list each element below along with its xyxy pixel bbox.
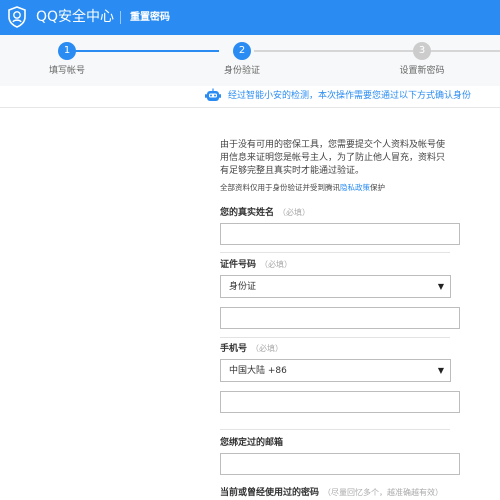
verification-notice: 经过智能小安的检测，本次操作需要您通过以下方式确认身份 [0,86,500,108]
header-bar: QQ安全中心 重置密码 [0,0,500,35]
step-2-label: 身份验证 [223,66,261,76]
password-label: 当前或曾经使用过的密码 （尽量回忆多个，越准确越有效） [220,487,443,499]
id-label: 证件号码 （必填） [220,259,292,271]
dropdown-arrow-icon: ▼ [437,366,444,375]
qq-shield-logo-icon [8,6,26,28]
email-label: 您绑定过的邮箱 [220,438,284,448]
intro-text: 由于没有可用的密保工具，您需要提交个人资料及帐号使用信息来证明您是帐号主人，为了… [220,140,446,176]
steps-line-completed [75,50,219,52]
name-required-hint: （必填） [278,208,311,217]
password-label-text: 当前或曾经使用过的密码 [220,488,320,498]
progress-steps: 1 填写帐号 2 身份验证 3 设置新密码 [0,35,500,86]
notice-text: 经过智能小安的检测，本次操作需要您通过以下方式确认身份 [228,91,472,101]
privacy-policy-link[interactable]: 隐私政策 [340,183,370,192]
phone-label-text: 手机号 [220,344,248,354]
section-divider [220,252,450,253]
page-subtitle: 重置密码 [130,12,170,23]
privacy-prefix: 全部资料仅用于身份验证并受到腾讯 [220,183,340,192]
privacy-suffix: 保护 [370,183,385,192]
step-2-circle: 2 [233,42,251,60]
password-hint: （尽量回忆多个，越准确越有效） [323,488,444,497]
phone-region-value: 中国大陆 +86 [229,366,287,376]
email-input[interactable] [220,453,460,475]
id-label-text: 证件号码 [220,260,257,270]
id-required-hint: （必填） [260,260,293,269]
phone-label: 手机号 （必填） [220,343,283,355]
id-number-input[interactable] [220,307,460,329]
robot-icon [205,88,221,101]
phone-required-hint: （必填） [251,344,284,353]
section-divider [220,337,450,338]
name-label-text: 您的真实姓名 [220,208,275,218]
dropdown-arrow-icon: ▼ [437,282,444,291]
step-3-label: 设置新密码 [399,66,445,76]
section-divider [220,429,450,430]
step-3-circle: 3 [413,42,431,60]
app-title[interactable]: QQ安全中心 [36,9,114,25]
header-divider [120,11,121,24]
name-label: 您的真实姓名 （必填） [220,207,310,219]
real-name-input[interactable] [220,223,460,245]
steps-line-pending [254,50,500,52]
privacy-note: 全部资料仅用于身份验证并受到腾讯隐私政策保护 [220,183,385,193]
phone-region-select[interactable]: 中国大陆 +86 ▼ [220,359,451,382]
step-1-label: 填写帐号 [48,66,86,76]
step-1-circle: 1 [58,42,76,60]
id-type-select[interactable]: 身份证 ▼ [220,275,451,298]
id-type-value: 身份证 [229,282,257,292]
phone-number-input[interactable] [220,391,460,413]
